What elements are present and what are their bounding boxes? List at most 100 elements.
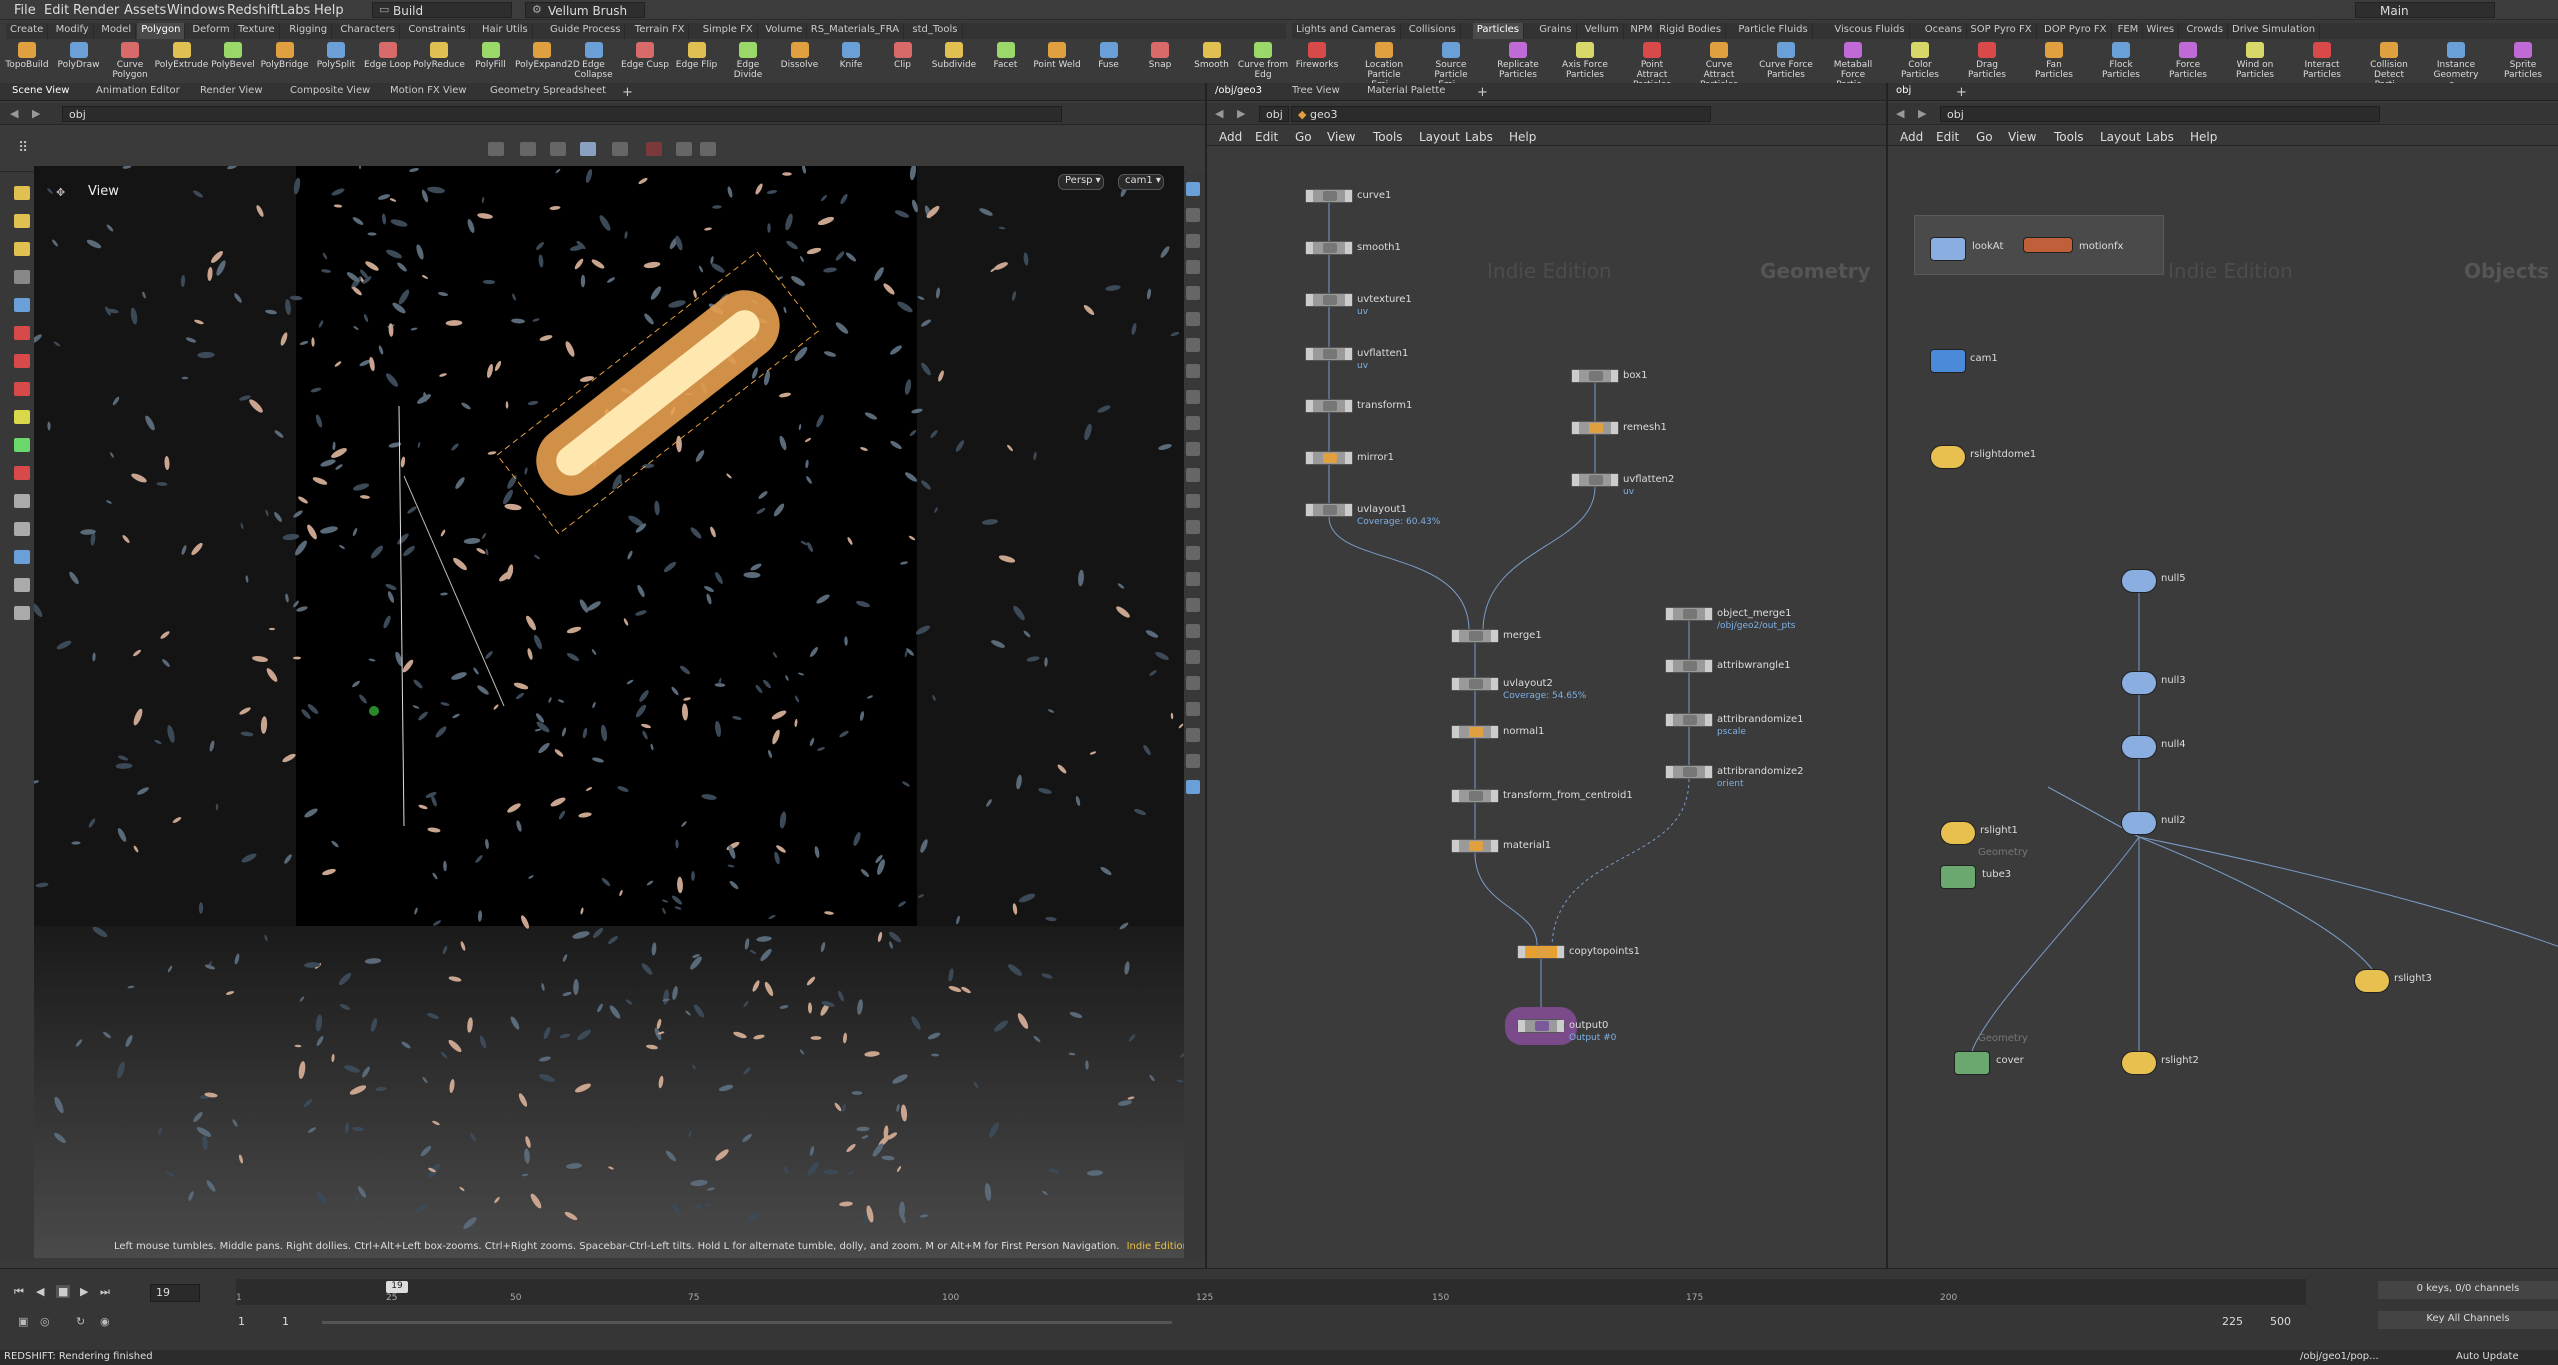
node-bypass-flag[interactable] [1452,840,1459,852]
shelf-tool-button[interactable]: Edge Loop [361,42,415,80]
node-bypass-flag[interactable] [1666,766,1673,778]
network-menu-item[interactable]: Go [1976,130,1993,144]
forward-arrow-icon[interactable]: ▶ [32,107,40,120]
forward-arrow-icon[interactable]: ▶ [1918,107,1926,120]
menu-file[interactable]: File [14,3,36,18]
shelf-tool-button[interactable]: Knife [824,42,878,80]
display-option-icon[interactable] [1186,286,1200,300]
shelf-tool-button[interactable]: Curve from Edg [1236,42,1290,80]
shelf-tab[interactable]: DOP Pyro FX [2040,23,2112,39]
view-tool-icon[interactable] [676,142,692,156]
network-menu-item[interactable]: Tools [1373,130,1403,144]
shelf-tab[interactable]: Particles [1472,23,1524,39]
shelf-tab[interactable]: Create [6,23,49,39]
tab-motion-fx-view[interactable]: Motion FX View [390,85,467,96]
tab-render-view[interactable]: Render View [200,85,263,96]
shelf-tab[interactable]: Texture [234,23,280,39]
node-display-flag[interactable] [1345,504,1352,516]
shelf-tool-button[interactable]: Edge Flip [670,42,724,80]
shelf-tool-button[interactable]: Fuse [1082,42,1136,80]
frame-field[interactable]: 19 [150,1284,200,1302]
shelf-tool-button[interactable]: Flock Particles [2094,42,2148,80]
display-option-icon[interactable] [1186,312,1200,326]
shelf-tool-button[interactable]: Force Particles [2161,42,2215,80]
range-slider[interactable] [322,1321,1172,1324]
shelf-tab[interactable]: Rigid Bodies [1655,23,1727,39]
shelf-tool-button[interactable]: Point Attract Particles [1625,42,1679,90]
shelf-tool-button[interactable]: Dissolve [773,42,827,80]
shelf-tool-button[interactable]: PolyExtrude [155,42,209,80]
camera-dropdown[interactable]: cam1 ▾ [1118,174,1164,190]
tab-obj-geo3[interactable]: /obj/geo3 [1215,85,1262,96]
network-node[interactable] [1451,677,1499,691]
node-bypass-flag[interactable] [1306,400,1313,412]
network-node[interactable] [1305,399,1353,413]
path-segment-obj-right[interactable]: obj [1940,106,2380,122]
record-icon[interactable] [646,142,662,156]
tab-scene-view[interactable]: Scene View [12,85,69,96]
display-option-icon[interactable] [1186,728,1200,742]
node-display-flag[interactable] [1491,840,1498,852]
back-arrow-icon[interactable]: ◀ [1215,107,1223,120]
network-node[interactable] [1665,765,1713,779]
shelf-tool-button[interactable]: Source Particle Emi... [1424,42,1478,90]
node-display-flag[interactable] [1611,422,1618,434]
display-option-icon[interactable] [1186,442,1200,456]
network-node[interactable] [1305,293,1353,307]
view-tool-icon[interactable] [612,142,628,156]
shelf-tab[interactable]: Wires [2142,23,2180,39]
shelf-tab[interactable]: Oceans [1921,23,1967,39]
shelf-tool-button[interactable]: Fireworks [1290,42,1344,80]
shelf-tab[interactable]: Model [97,23,137,39]
shelf-tab[interactable]: Drive Simulation [2228,23,2321,39]
node-bypass-flag[interactable] [1572,422,1579,434]
viewport-tool-icon[interactable] [14,410,30,424]
menu-windows[interactable]: Windows [167,3,225,18]
node-bypass-flag[interactable] [1666,660,1673,672]
shelf-tool-button[interactable]: Drag Particles [1960,42,2014,80]
network-menu-item[interactable]: Go [1295,130,1312,144]
network-node[interactable] [1665,713,1713,727]
shelf-tool-button[interactable]: PolyDraw [52,42,106,80]
shelf-tool-button[interactable]: Subdivide [927,42,981,80]
network-menu-item[interactable]: Layout [2100,130,2141,144]
menu-assets[interactable]: Assets [124,3,166,18]
shelf-tab[interactable]: Polygon [137,23,186,39]
shelf-tool-button[interactable]: Clip [876,42,930,80]
object-node[interactable] [2354,969,2390,993]
shelf-tab[interactable]: Crowds [2182,23,2229,39]
display-option-icon[interactable] [1186,676,1200,690]
stop-icon[interactable]: ■ [56,1285,71,1298]
shelf-tab[interactable]: Hair Utils [478,23,533,39]
node-bypass-flag[interactable] [1452,790,1459,802]
network-node[interactable] [1571,421,1619,435]
forward-arrow-icon[interactable]: ▶ [1237,107,1245,120]
node-display-flag[interactable] [1345,400,1352,412]
display-option-icon[interactable] [1186,338,1200,352]
node-display-flag[interactable] [1557,1020,1564,1032]
shelf-tab[interactable]: Collisions [1405,23,1461,39]
node-display-flag[interactable] [1611,474,1618,486]
shelf-tool-button[interactable]: Collision Detect Parti... [2362,42,2416,90]
display-option-icon[interactable] [1186,468,1200,482]
object-node[interactable] [1930,237,1966,261]
network-menu-item[interactable]: View [2008,130,2036,144]
network-menu-item[interactable]: Labs [1465,130,1493,144]
shelf-tab[interactable]: Characters [336,23,400,39]
object-node[interactable] [2121,1051,2157,1075]
shelf-tool-button[interactable]: Smooth [1185,42,1239,80]
viewport-tool-icon[interactable] [14,578,30,592]
viewport-tool-icon[interactable] [14,326,30,340]
display-option-icon[interactable] [1186,208,1200,222]
display-option-icon[interactable] [1186,546,1200,560]
network-node[interactable] [1517,945,1565,959]
object-node[interactable] [2121,735,2157,759]
menu-redshift[interactable]: Redshift [227,3,280,18]
sync-icon[interactable]: ◉ [100,1315,110,1328]
tab-obj[interactable]: obj [1896,85,1911,96]
range-end[interactable]: 225 [2222,1315,2243,1328]
key-all-channels-button[interactable]: Key All Channels [2378,1311,2558,1329]
viewport-tool-icon[interactable] [14,550,30,564]
network-node[interactable] [1305,189,1353,203]
viewport-tool-icon[interactable] [14,494,30,508]
